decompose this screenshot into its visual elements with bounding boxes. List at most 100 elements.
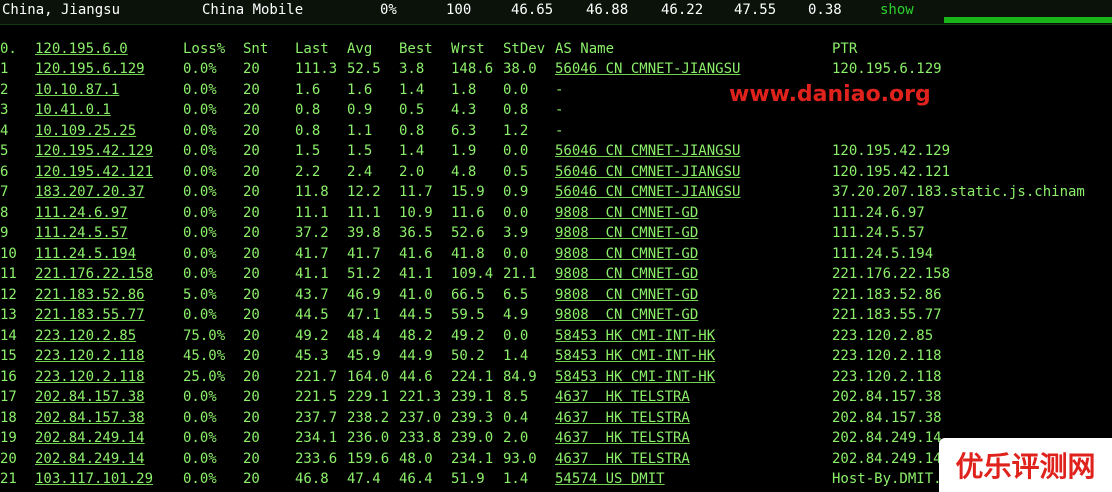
- hop-last: 221.5: [295, 389, 338, 405]
- hop-best: 0.8: [399, 122, 425, 139]
- hop-host-link[interactable]: 221.183.55.77: [35, 307, 145, 323]
- hop-wrst: 50.2: [451, 348, 485, 364]
- hop-avg: 0.9: [347, 102, 373, 118]
- hop-last: 1.6: [295, 81, 321, 98]
- hop-last: 233.6: [295, 450, 338, 467]
- hop-host-link[interactable]: 221.183.52.86: [35, 287, 145, 303]
- hop-asname[interactable]: 4637 HK TELSTRA: [555, 389, 690, 405]
- hop-index: 20: [0, 450, 17, 467]
- hop-avg: 46.9: [347, 286, 381, 303]
- hop-asname[interactable]: 9808 CN CMNET-GD: [555, 225, 698, 241]
- hop-wrst: 52.6: [451, 225, 485, 241]
- hop-asname[interactable]: 9808 CN CMNET-GD: [555, 307, 698, 323]
- hop-wrst: 6.3: [451, 122, 477, 139]
- hop-asname[interactable]: 4637 HK TELSTRA: [555, 430, 690, 446]
- hop-avg: 159.6: [347, 450, 390, 467]
- hop-host-link[interactable]: 120.195.6.129: [35, 61, 145, 77]
- hop-stdev: 0.5: [503, 163, 529, 180]
- hop-asname[interactable]: 56046 CN CMNET-JIANGSU: [555, 164, 740, 180]
- hop-host-link[interactable]: 202.84.157.38: [35, 389, 145, 405]
- hop-host-link[interactable]: 111.24.5.57: [35, 225, 128, 241]
- hop-host-link[interactable]: 10.41.0.1: [35, 102, 111, 118]
- hop-last: 46.8: [295, 471, 329, 487]
- hop-stdev: 6.5: [503, 286, 529, 303]
- hop-asname[interactable]: 4637 HK TELSTRA: [555, 410, 690, 426]
- hop-asname[interactable]: 9808 CN CMNET-GD: [555, 287, 698, 303]
- hop-host-link[interactable]: 183.207.20.37: [35, 184, 145, 200]
- hop-asname[interactable]: 54574 US DMIT: [555, 471, 665, 487]
- hop-index: 4: [0, 122, 9, 139]
- watermark-text: www.daniao.org: [729, 82, 931, 107]
- hop-host-link[interactable]: 120.195.42.129: [35, 143, 153, 159]
- hop-last: 41.1: [295, 266, 329, 282]
- hop-snt: 20: [243, 102, 260, 118]
- hop-snt: 20: [243, 327, 260, 344]
- hop-stdev: 0.0: [503, 327, 529, 344]
- hop-host-link[interactable]: 10.109.25.25: [35, 123, 136, 139]
- hop-ptr: 120.195.6.129: [832, 61, 942, 77]
- hop-asname[interactable]: 56046 CN CMNET-JIANGSU: [555, 61, 740, 77]
- hop-best: 41.1: [399, 266, 433, 282]
- hop-last: 43.7: [295, 286, 329, 303]
- table-row: 7 183.207.20.37 0.0% 20 11.8 12.2 11.7 15.9 0.9 5…: [0, 183, 1112, 203]
- hop-asname[interactable]: 58453 HK CMI-INT-HK: [555, 328, 715, 344]
- hop-asname[interactable]: 9808 CN CMNET-GD: [555, 205, 698, 221]
- hop-host-link[interactable]: 221.176.22.158: [35, 266, 153, 282]
- table-row: 18 202.84.157.38 0.0% 20 237.7 238.2 237.0 239.…: [0, 409, 1112, 429]
- hop-host-link[interactable]: 111.24.5.194: [35, 246, 136, 262]
- hop-snt: 20: [243, 368, 260, 385]
- table-row: 17 202.84.157.38 0.0% 20 221.5 229.1 221.3 239.…: [0, 388, 1112, 408]
- hop-loss: 0.0%: [183, 471, 217, 487]
- table-row: 10 111.24.5.194 0.0% 20 41.7 41.7 41.6 41.8 0.0 9…: [0, 245, 1112, 265]
- hop-avg: 1.1: [347, 122, 373, 139]
- hop-asname[interactable]: 9808 CN CMNET-GD: [555, 246, 698, 262]
- summary-stdev: 0.38: [808, 2, 842, 18]
- hop-ptr: 202.84.249.14: [832, 430, 942, 446]
- hop-ptr: 221.176.22.158: [832, 266, 951, 282]
- hop-stdev: 3.9: [503, 225, 529, 241]
- hop-index: 11: [0, 266, 17, 282]
- show-toggle[interactable]: show: [880, 2, 914, 18]
- hop-avg: 45.9: [347, 348, 381, 364]
- hop-index: 3: [0, 102, 9, 118]
- hop-asname[interactable]: 56046 CN CMNET-JIANGSU: [555, 184, 740, 200]
- hop-index: 18: [0, 409, 17, 426]
- hop-asname[interactable]: 56046 CN CMNET-JIANGSU: [555, 143, 740, 159]
- hop-asname[interactable]: 58453 HK CMI-INT-HK: [555, 369, 715, 385]
- hop-index: 10: [0, 245, 17, 262]
- hop-asname[interactable]: 58453 HK CMI-INT-HK: [555, 348, 715, 364]
- hop-index: 2: [0, 81, 9, 98]
- hop-best: 233.8: [399, 430, 442, 446]
- hop-index: 5: [0, 143, 9, 159]
- hop-stdev: 2.0: [503, 430, 529, 446]
- header-host-link[interactable]: 120.195.6.0: [35, 41, 128, 57]
- logo-text: 优乐评测网: [955, 450, 1096, 483]
- hop-best: 10.9: [399, 204, 433, 221]
- hop-wrst: 15.9: [451, 184, 485, 200]
- hop-host-link[interactable]: 111.24.6.97: [35, 205, 128, 221]
- hop-host-link[interactable]: 223.120.2.85: [35, 328, 136, 344]
- hop-index: 12: [0, 286, 17, 303]
- hop-ptr: 202.84.157.38: [832, 389, 942, 405]
- hop-host-link[interactable]: 103.117.101.29: [35, 471, 153, 487]
- hop-stdev: 1.4: [503, 348, 529, 364]
- hop-avg: 41.7: [347, 245, 381, 262]
- hop-host-link[interactable]: 223.120.2.118: [35, 348, 145, 364]
- hop-host-link[interactable]: 202.84.249.14: [35, 430, 145, 446]
- hop-host-link[interactable]: 10.10.87.1: [35, 82, 119, 98]
- hop-wrst: 1.9: [451, 143, 477, 159]
- hop-host-link[interactable]: 202.84.249.14: [35, 451, 145, 467]
- hop-host-link[interactable]: 120.195.42.121: [35, 164, 153, 180]
- hop-host-link[interactable]: 223.120.2.118: [35, 369, 145, 385]
- hop-ptr: 221.183.55.77: [832, 307, 942, 323]
- hop-avg: 52.5: [347, 61, 381, 77]
- hop-asname[interactable]: 9808 CN CMNET-GD: [555, 266, 698, 282]
- hop-index: 7: [0, 184, 9, 200]
- hop-asname[interactable]: 4637 HK TELSTRA: [555, 451, 690, 467]
- table-row: 8 111.24.6.97 0.0% 20 11.1 11.1 10.9 11.6 0.0 980…: [0, 204, 1112, 224]
- hop-host-link[interactable]: 202.84.157.38: [35, 410, 145, 426]
- hop-snt: 20: [243, 286, 260, 303]
- hop-best: 221.3: [399, 389, 442, 405]
- hop-loss: 0.0%: [183, 266, 217, 282]
- hop-avg: 11.1: [347, 204, 381, 221]
